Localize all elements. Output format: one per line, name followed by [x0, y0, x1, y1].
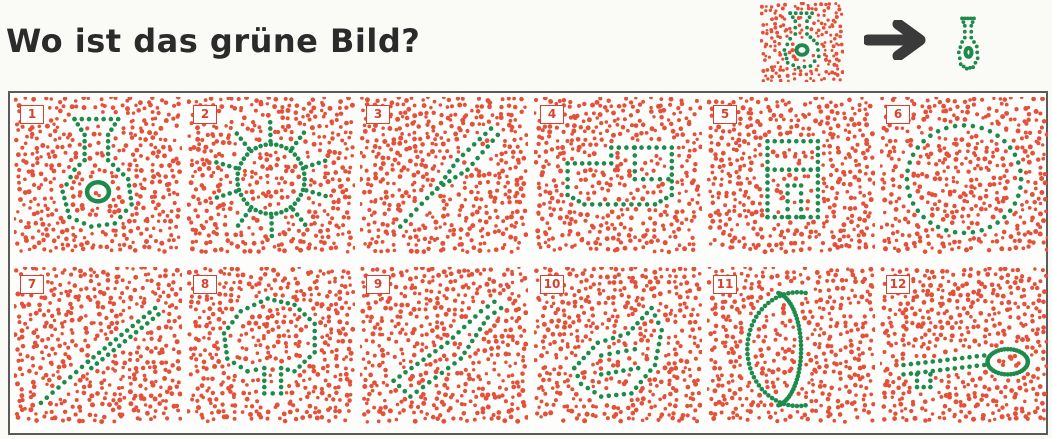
example-dot-tile — [760, 2, 844, 82]
tile-number-badge: 12 — [886, 275, 910, 294]
tile-number-badge: 9 — [366, 275, 390, 294]
tile-number-badge: 1 — [20, 105, 44, 124]
tile-number-badge: 11 — [713, 275, 737, 294]
picture-tile-5[interactable]: 5 — [707, 97, 875, 255]
picture-grid: 1 2 3 4 5 6 7 8 9 10 11 12 — [8, 91, 1048, 435]
page-title: Wo ist das grüne Bild? — [6, 22, 421, 60]
example-legend — [760, 2, 1052, 84]
picture-tile-2[interactable]: 2 — [187, 97, 355, 255]
picture-tile-9[interactable]: 9 — [360, 267, 528, 425]
picture-tile-1[interactable]: 1 — [14, 97, 182, 255]
picture-tile-10[interactable]: 10 — [534, 267, 702, 425]
tile-number-badge: 8 — [193, 275, 217, 294]
picture-tile-3[interactable]: 3 — [360, 97, 528, 255]
picture-tile-7[interactable]: 7 — [14, 267, 182, 425]
picture-tile-12[interactable]: 12 — [880, 267, 1048, 425]
tile-number-badge: 5 — [713, 105, 737, 124]
picture-tile-11[interactable]: 11 — [707, 267, 875, 425]
vase-outline-icon — [956, 16, 980, 71]
tile-number-badge: 4 — [540, 105, 564, 124]
tile-number-badge: 2 — [193, 105, 217, 124]
tile-number-badge: 3 — [366, 105, 390, 124]
picture-tile-6[interactable]: 6 — [880, 97, 1048, 255]
tile-number-badge: 7 — [20, 275, 44, 294]
picture-tile-4[interactable]: 4 — [534, 97, 702, 255]
tile-number-badge: 6 — [886, 105, 910, 124]
tile-number-badge: 10 — [540, 275, 564, 294]
picture-tile-8[interactable]: 8 — [187, 267, 355, 425]
arrow-right-icon — [864, 20, 926, 60]
